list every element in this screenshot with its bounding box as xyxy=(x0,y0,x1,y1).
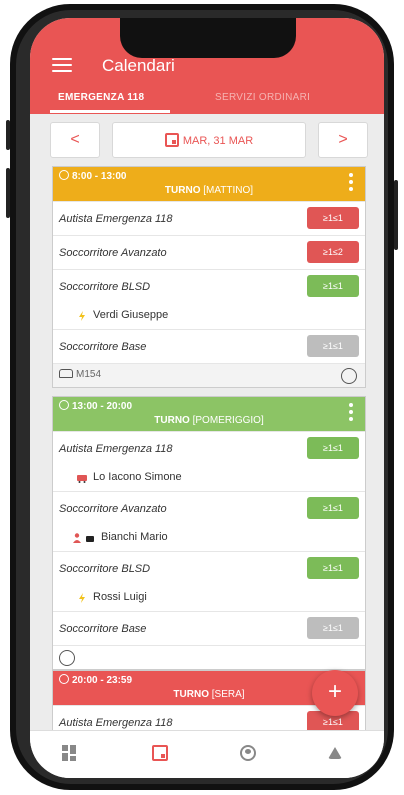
dashboard-icon[interactable] xyxy=(62,745,78,761)
assigned-person[interactable]: Verdi Giuseppe xyxy=(53,303,365,329)
more-options-icon[interactable] xyxy=(349,173,353,194)
role-requirement-badge: ≥1≤1 xyxy=(307,557,359,579)
select-radio[interactable] xyxy=(59,650,75,666)
date-picker-button[interactable]: MAR, 31 MAR xyxy=(112,122,306,158)
shift-card-afternoon: 13:00 - 20:00 TURNO [POMERIGGIO] Autista… xyxy=(52,396,366,670)
app-screen: Calendari EMERGENZA 118 SERVIZI ORDINARI… xyxy=(30,18,384,778)
shift-label: TURNO [POMERIGGIO] xyxy=(154,415,264,426)
tab-servizi-ordinari[interactable]: SERVIZI ORDINARI xyxy=(215,92,310,103)
bell-icon[interactable] xyxy=(328,747,342,759)
prev-day-button[interactable]: < xyxy=(50,122,100,158)
assigned-person[interactable]: Lo Iacono Simone xyxy=(53,465,365,491)
clock-icon xyxy=(59,400,69,410)
calendar-icon xyxy=(164,133,179,148)
selection-row xyxy=(53,645,365,669)
clock-icon xyxy=(59,674,69,684)
phone-side-button xyxy=(6,168,10,218)
next-day-button[interactable]: > xyxy=(318,122,368,158)
role-requirement-badge: ≥1≤1 xyxy=(307,437,359,459)
shift-card-morning: 8:00 - 13:00 TURNO [MATTINO] Autista Eme… xyxy=(52,166,366,388)
role-requirement-badge: ≥1≤1 xyxy=(307,207,359,229)
more-options-icon[interactable] xyxy=(349,403,353,424)
phone-side-button xyxy=(6,120,10,150)
role-row[interactable]: Soccorritore Avanzato ≥1≤2 xyxy=(53,235,365,269)
shift-header: 8:00 - 13:00 TURNO [MATTINO] xyxy=(53,167,365,201)
lightning-icon xyxy=(79,311,85,321)
calendar-icon[interactable] xyxy=(152,745,168,761)
vehicle-row: M154 xyxy=(53,363,365,387)
menu-icon[interactable] xyxy=(52,58,72,74)
role-requirement-badge: ≥1≤1 xyxy=(307,497,359,519)
role-row[interactable]: Soccorritore Base ≥1≤1 xyxy=(53,329,365,363)
role-row[interactable]: Soccorritore Avanzato ≥1≤1 xyxy=(53,491,365,525)
role-requirement-badge: ≥1≤1 xyxy=(307,275,359,297)
role-row[interactable]: Soccorritore Base ≥1≤1 xyxy=(53,611,365,645)
role-row[interactable]: Autista Emergenza 118 ≥1≤1 xyxy=(53,201,365,235)
add-fab-button[interactable]: + xyxy=(312,670,358,716)
car-icon xyxy=(59,369,73,378)
role-requirement-badge: ≥1≤1 xyxy=(307,617,359,639)
assigned-person[interactable]: Rossi Luigi xyxy=(53,585,365,611)
shift-time: 20:00 - 23:59 xyxy=(59,674,132,686)
role-row[interactable]: Autista Emergenza 118 ≥1≤1 xyxy=(53,431,365,465)
clock-icon xyxy=(59,170,69,180)
role-row[interactable]: Soccorritore BLSD ≥1≤1 xyxy=(53,269,365,303)
role-requirement-badge: ≥1≤1 xyxy=(307,335,359,357)
current-date: MAR, 31 MAR xyxy=(182,135,254,147)
shift-time: 8:00 - 13:00 xyxy=(59,170,126,182)
shift-header: 13:00 - 20:00 TURNO [POMERIGGIO] xyxy=(53,397,365,431)
app-title: Calendari xyxy=(102,56,175,75)
ambulance-icon xyxy=(77,475,87,483)
role-requirement-badge: ≥1≤2 xyxy=(307,241,359,263)
tab-bar: EMERGENZA 118 SERVIZI ORDINARI xyxy=(30,86,384,114)
vehicle-label: M154 xyxy=(59,369,101,380)
phone-side-button xyxy=(394,180,398,250)
user-briefcase-icon xyxy=(73,533,94,543)
date-navigator: < MAR, 31 MAR > xyxy=(50,122,368,158)
phone-notch xyxy=(120,18,296,58)
lightning-icon xyxy=(79,593,85,603)
role-row[interactable]: Soccorritore BLSD ≥1≤1 xyxy=(53,551,365,585)
assigned-person[interactable]: Bianchi Mario xyxy=(53,525,365,551)
account-icon[interactable] xyxy=(240,745,256,761)
bottom-nav xyxy=(30,730,384,778)
shift-label: TURNO [MATTINO] xyxy=(164,185,254,196)
select-radio[interactable] xyxy=(341,368,357,384)
shift-time: 13:00 - 20:00 xyxy=(59,400,132,412)
tab-emergenza-118[interactable]: EMERGENZA 118 xyxy=(58,92,144,103)
tab-indicator xyxy=(50,110,170,113)
